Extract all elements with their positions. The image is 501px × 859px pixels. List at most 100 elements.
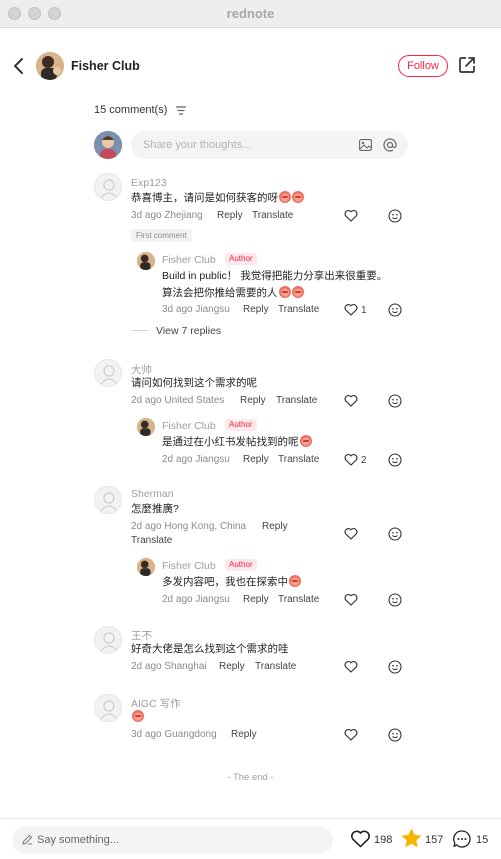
commenter-avatar[interactable] (94, 694, 122, 722)
comment-meta: 2d ago United States (131, 395, 225, 406)
comment-meta: 3d ago Zhejiang (131, 210, 203, 221)
reply-text-line: Build in public！ 我觉得把能力分享出来很重要。 (162, 270, 388, 282)
reply-author-avatar[interactable] (137, 558, 155, 576)
author-avatar[interactable] (36, 52, 64, 80)
author-name[interactable]: Fisher Club (71, 59, 140, 73)
reply-button[interactable]: Reply (243, 304, 269, 315)
reply-button[interactable]: Reply (243, 594, 269, 605)
reply-button[interactable]: Reply (243, 454, 269, 465)
like-icon[interactable] (350, 829, 371, 848)
translate-button[interactable]: Translate (276, 395, 317, 406)
comment-text: 怎麼推廣? (131, 503, 179, 515)
reply-button[interactable]: Reply (240, 395, 266, 406)
translate-button[interactable]: Translate (278, 304, 319, 315)
reply-text-body: 算法会把你推给需要的人 (162, 287, 278, 299)
star-icon[interactable] (401, 828, 422, 849)
like-count: 2 (361, 455, 367, 466)
mention-icon[interactable] (383, 138, 397, 152)
emoji-react-icon[interactable] (388, 303, 402, 317)
window-title: rednote (226, 6, 275, 21)
reply-text: 是通过在小红书发帖找到的呢 (162, 434, 312, 450)
say-something-placeholder: Say something... (37, 834, 119, 846)
first-comment-badge: First comment (131, 229, 192, 242)
comment-count-bottom: 15 (476, 834, 489, 846)
replies-divider (131, 330, 149, 331)
pig-emoji-icon (132, 710, 144, 722)
reply-text-body: 是通过在小红书发帖找到的呢 (162, 436, 299, 448)
like-icon[interactable] (344, 394, 358, 407)
view-replies-button[interactable]: View 7 replies (156, 325, 221, 337)
author-badge: Author (225, 253, 257, 265)
translate-button[interactable]: Translate (278, 454, 319, 465)
reply-username[interactable]: Fisher Club (162, 560, 216, 572)
emoji-react-icon[interactable] (388, 728, 402, 742)
author-badge: Author (225, 419, 257, 431)
comment-meta: 2d ago Shanghai (131, 661, 207, 672)
reply-meta: 3d ago Jiangsu (162, 304, 230, 315)
translate-button[interactable]: Translate (252, 210, 293, 221)
end-of-comments: - The end - (227, 772, 274, 783)
reply-author-avatar[interactable] (137, 418, 155, 436)
comment-input[interactable]: Share your thoughts... (131, 131, 408, 159)
like-icon[interactable] (344, 593, 358, 606)
emoji-react-icon[interactable] (388, 394, 402, 408)
note-header: Fisher Club Follow (0, 28, 501, 104)
translate-button[interactable]: Translate (255, 661, 296, 672)
comment-text (131, 709, 144, 725)
like-icon[interactable] (344, 527, 358, 540)
emoji-react-icon[interactable] (388, 660, 402, 674)
like-icon[interactable] (344, 209, 358, 222)
image-icon[interactable] (359, 139, 372, 151)
author-badge: Author (225, 559, 257, 571)
commenter-avatar[interactable] (94, 626, 122, 654)
comment-username[interactable]: Sherman (131, 488, 174, 500)
pig-emoji-icon (299, 435, 312, 447)
comment-meta: 2d ago Hong Kong, China (131, 521, 247, 532)
follow-button[interactable]: Follow (398, 55, 448, 77)
commenter-avatar[interactable] (94, 359, 122, 387)
like-icon[interactable] (344, 303, 358, 316)
say-something-input[interactable]: Say something... (12, 826, 333, 854)
translate-button[interactable]: Translate (131, 535, 172, 546)
translate-button[interactable]: Translate (278, 594, 319, 605)
comment-bubble-icon[interactable] (452, 829, 472, 849)
commenter-avatar[interactable] (94, 173, 122, 201)
emoji-react-icon[interactable] (388, 453, 402, 467)
comment-count: 15 comment(s) (94, 104, 168, 116)
emoji-react-icon[interactable] (388, 527, 402, 541)
emoji-react-icon[interactable] (388, 593, 402, 607)
comment-input-placeholder: Share your thoughts... (143, 139, 252, 151)
star-count: 157 (425, 834, 444, 846)
sort-icon[interactable] (176, 106, 186, 115)
pig-emoji-icon (291, 286, 304, 298)
reply-text-body: 多发内容吧，我也在探索中 (162, 576, 288, 588)
window-titlebar: rednote (0, 0, 501, 28)
pig-emoji-icon (279, 191, 291, 203)
reply-username[interactable]: Fisher Club (162, 420, 216, 432)
pig-emoji-icon (278, 286, 291, 298)
reply-button[interactable]: Reply (219, 661, 245, 672)
reply-username[interactable]: Fisher Club (162, 254, 216, 266)
comment-text: 请问如何找到这个需求的呢 (131, 377, 257, 389)
reply-author-avatar[interactable] (137, 252, 155, 270)
reply-button[interactable]: Reply (217, 210, 243, 221)
commenter-avatar[interactable] (94, 486, 122, 514)
comment-username[interactable]: Exp123 (131, 177, 167, 189)
like-icon[interactable] (344, 453, 358, 466)
pig-emoji-icon (292, 191, 304, 203)
like-icon[interactable] (344, 660, 358, 673)
reply-button[interactable]: Reply (231, 729, 257, 740)
comment-text: 好奇大佬是怎么找到这个需求的哇 (131, 643, 289, 655)
like-count: 198 (374, 834, 393, 846)
share-icon[interactable] (458, 56, 476, 74)
back-arrow-icon[interactable] (10, 56, 28, 76)
reply-meta: 2d ago Jiangsu (162, 594, 230, 605)
pig-emoji-icon (289, 575, 301, 587)
like-count: 1 (361, 305, 367, 316)
emoji-react-icon[interactable] (388, 209, 402, 223)
pencil-icon (22, 835, 32, 845)
like-icon[interactable] (344, 728, 358, 741)
reply-text: 多发内容吧，我也在探索中 (162, 574, 301, 590)
reply-button[interactable]: Reply (262, 521, 288, 532)
comment-text: 恭喜博主，请问是如何获客的呀 (131, 190, 304, 206)
